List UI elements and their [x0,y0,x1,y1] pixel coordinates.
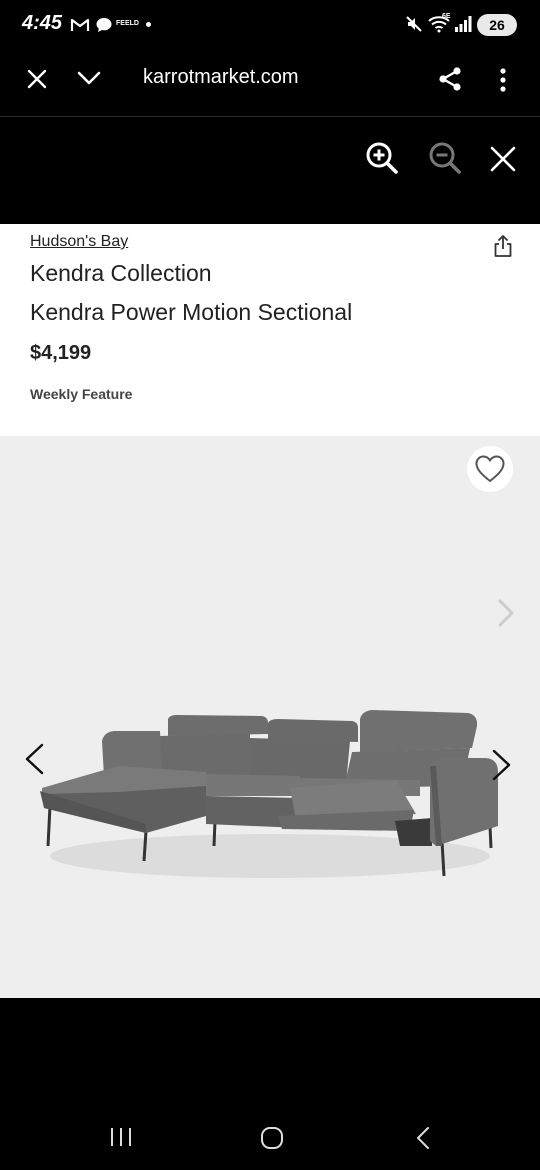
wifi-badge: 6E [442,13,451,20]
share-product-icon[interactable] [493,234,513,258]
gmail-icon [70,18,90,31]
signal-icon [455,16,472,32]
close-icon[interactable] [27,69,47,89]
zoom-in-icon[interactable] [365,141,399,175]
clock: 4:45 [22,12,63,34]
zoom-out-icon[interactable] [428,141,462,175]
product-image-carousel[interactable] [0,436,540,998]
recent-apps-icon[interactable] [109,1126,133,1148]
home-icon[interactable] [259,1125,285,1151]
sofa-image [40,710,498,878]
heart-icon [475,455,505,483]
product-title: Kendra Power Motion Sectional [30,299,353,325]
previous-image-icon[interactable] [22,742,46,776]
next-image-icon[interactable] [490,748,514,782]
brand-link[interactable]: Hudson's Bay [30,233,128,251]
feeld-icon: FEELD [116,20,139,27]
system-nav-bar [0,1106,540,1170]
share-icon[interactable] [437,66,463,92]
next-image-ghost-icon [498,599,514,627]
bottom-area [0,998,540,1106]
close-zoom-icon[interactable] [490,146,516,172]
feature-label: Weekly Feature [30,386,133,402]
chat-icon [96,18,112,32]
status-bar: 4:45 FEELD 6E 26 [0,0,540,50]
battery-indicator: 26 [477,14,517,36]
url-text[interactable]: karrotmarket.com [143,66,299,89]
favorite-button[interactable] [467,446,513,492]
dot-icon [146,22,151,27]
chevron-down-icon[interactable] [77,70,101,86]
battery-level: 26 [489,17,505,33]
zoom-toolbar [0,117,540,223]
product-price: $4,199 [30,342,92,364]
mute-icon [406,16,422,32]
collection-title: Kendra Collection [30,260,212,286]
more-icon[interactable] [498,68,508,92]
back-icon[interactable] [414,1125,432,1151]
